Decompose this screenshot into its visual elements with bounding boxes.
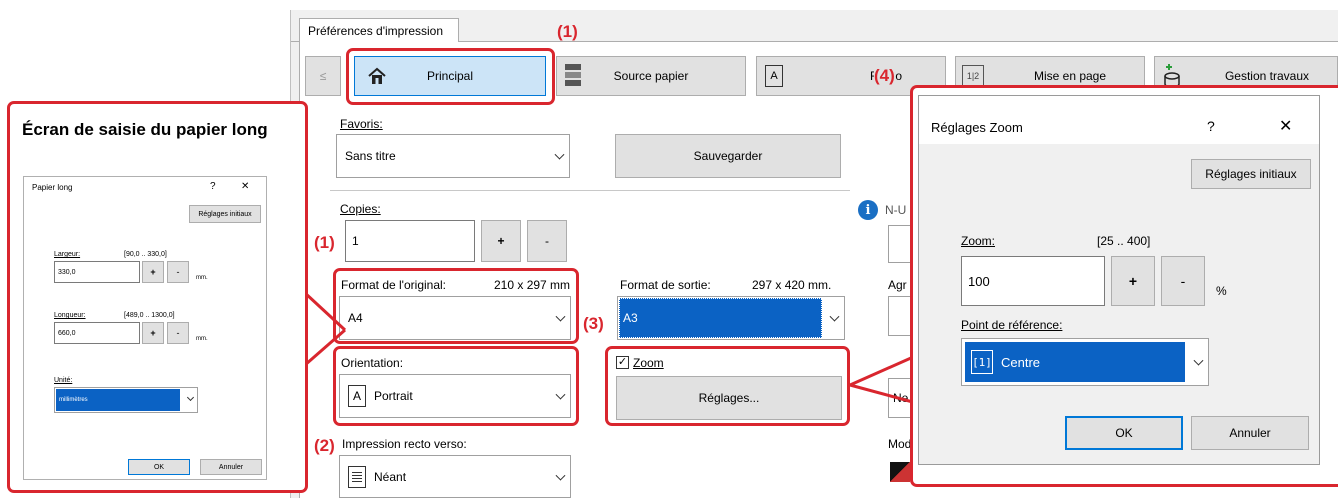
chevron-down-icon	[1193, 355, 1204, 366]
reference-point-selected: [1] Centre	[965, 342, 1185, 382]
zoom-value-label: Zoom:	[961, 234, 996, 248]
width-plus-button[interactable]: +	[142, 261, 164, 283]
width-minus-label: -	[176, 267, 180, 277]
zoom-reset-label: Réglages initiaux	[1205, 167, 1297, 181]
long-paper-title: Papier long	[32, 183, 73, 192]
length-minus-button[interactable]: -	[167, 322, 189, 344]
zoom-reset-button[interactable]: Réglages initiaux	[1191, 159, 1311, 189]
unit-value: millimètres	[56, 389, 180, 411]
length-value: 660,0	[58, 329, 76, 337]
width-label: Largeur:	[54, 251, 81, 258]
zoom-plus-label: +	[1128, 273, 1138, 289]
long-paper-caption: Écran de saisie du papier long	[22, 120, 268, 139]
zoom-value: 100	[968, 273, 990, 289]
zoom-plus-button[interactable]: +	[1111, 256, 1155, 306]
help-icon[interactable]: ?	[1207, 118, 1215, 134]
zoom-range: [25 .. 400]	[1097, 234, 1151, 248]
reference-point-label: Point de référence:	[961, 318, 1063, 332]
long-paper-dialog: Papier long ? ✕ Réglages initiaux Largeu…	[23, 176, 267, 480]
zoom-minus-label: -	[1180, 273, 1186, 289]
zoom-cancel-label: Annuler	[1229, 426, 1271, 440]
width-input[interactable]: 330,0	[54, 261, 140, 283]
zoom-cancel-button[interactable]: Annuler	[1191, 416, 1309, 450]
zoom-minus-button[interactable]: -	[1161, 256, 1205, 306]
long-paper-panel: Écran de saisie du papier long Papier lo…	[7, 101, 308, 493]
unit-select[interactable]: millimètres	[54, 387, 198, 413]
length-plus-button[interactable]: +	[142, 322, 164, 344]
zoom-unit: %	[1216, 284, 1227, 298]
length-range: [489,0 .. 1300,0]	[124, 312, 175, 319]
width-plus-label: +	[150, 267, 156, 277]
zoom-value-input[interactable]: 100	[961, 256, 1105, 306]
width-value: 330,0	[58, 268, 76, 276]
width-minus-button[interactable]: -	[167, 261, 189, 283]
reference-point-value: Centre	[1001, 354, 1041, 370]
length-unit: mm.	[196, 336, 208, 342]
zoom-ok-button[interactable]: OK	[1065, 416, 1183, 450]
chevron-down-icon	[186, 393, 195, 402]
width-range: [90,0 .. 330,0]	[124, 251, 167, 258]
reference-point-select[interactable]: [1] Centre	[961, 338, 1209, 386]
long-paper-reset-button[interactable]: Réglages initiaux	[189, 205, 261, 223]
close-icon[interactable]: ✕	[241, 181, 249, 192]
help-icon[interactable]: ?	[210, 181, 216, 192]
zoom-dialog: Réglages Zoom ? ✕ Réglages initiaux Zoom…	[918, 95, 1320, 465]
long-paper-ok-label: OK	[153, 463, 165, 471]
length-plus-label: +	[150, 328, 156, 338]
long-paper-cancel-button[interactable]: Annuler	[200, 459, 262, 475]
width-unit: mm.	[196, 275, 208, 281]
zoom-dialog-title: Réglages Zoom	[931, 120, 1023, 135]
center-point-icon: [1]	[971, 350, 993, 374]
long-paper-cancel-label: Annuler	[218, 463, 244, 471]
long-paper-reset-label: Réglages initiaux	[198, 210, 252, 218]
close-icon[interactable]: ✕	[1279, 116, 1292, 136]
length-input[interactable]: 660,0	[54, 322, 140, 344]
length-minus-label: -	[176, 328, 180, 338]
zoom-ok-label: OK	[1115, 426, 1133, 440]
length-label: Longueur:	[54, 312, 86, 319]
long-paper-ok-button[interactable]: OK	[128, 459, 190, 475]
unit-label: Unité:	[54, 377, 73, 384]
